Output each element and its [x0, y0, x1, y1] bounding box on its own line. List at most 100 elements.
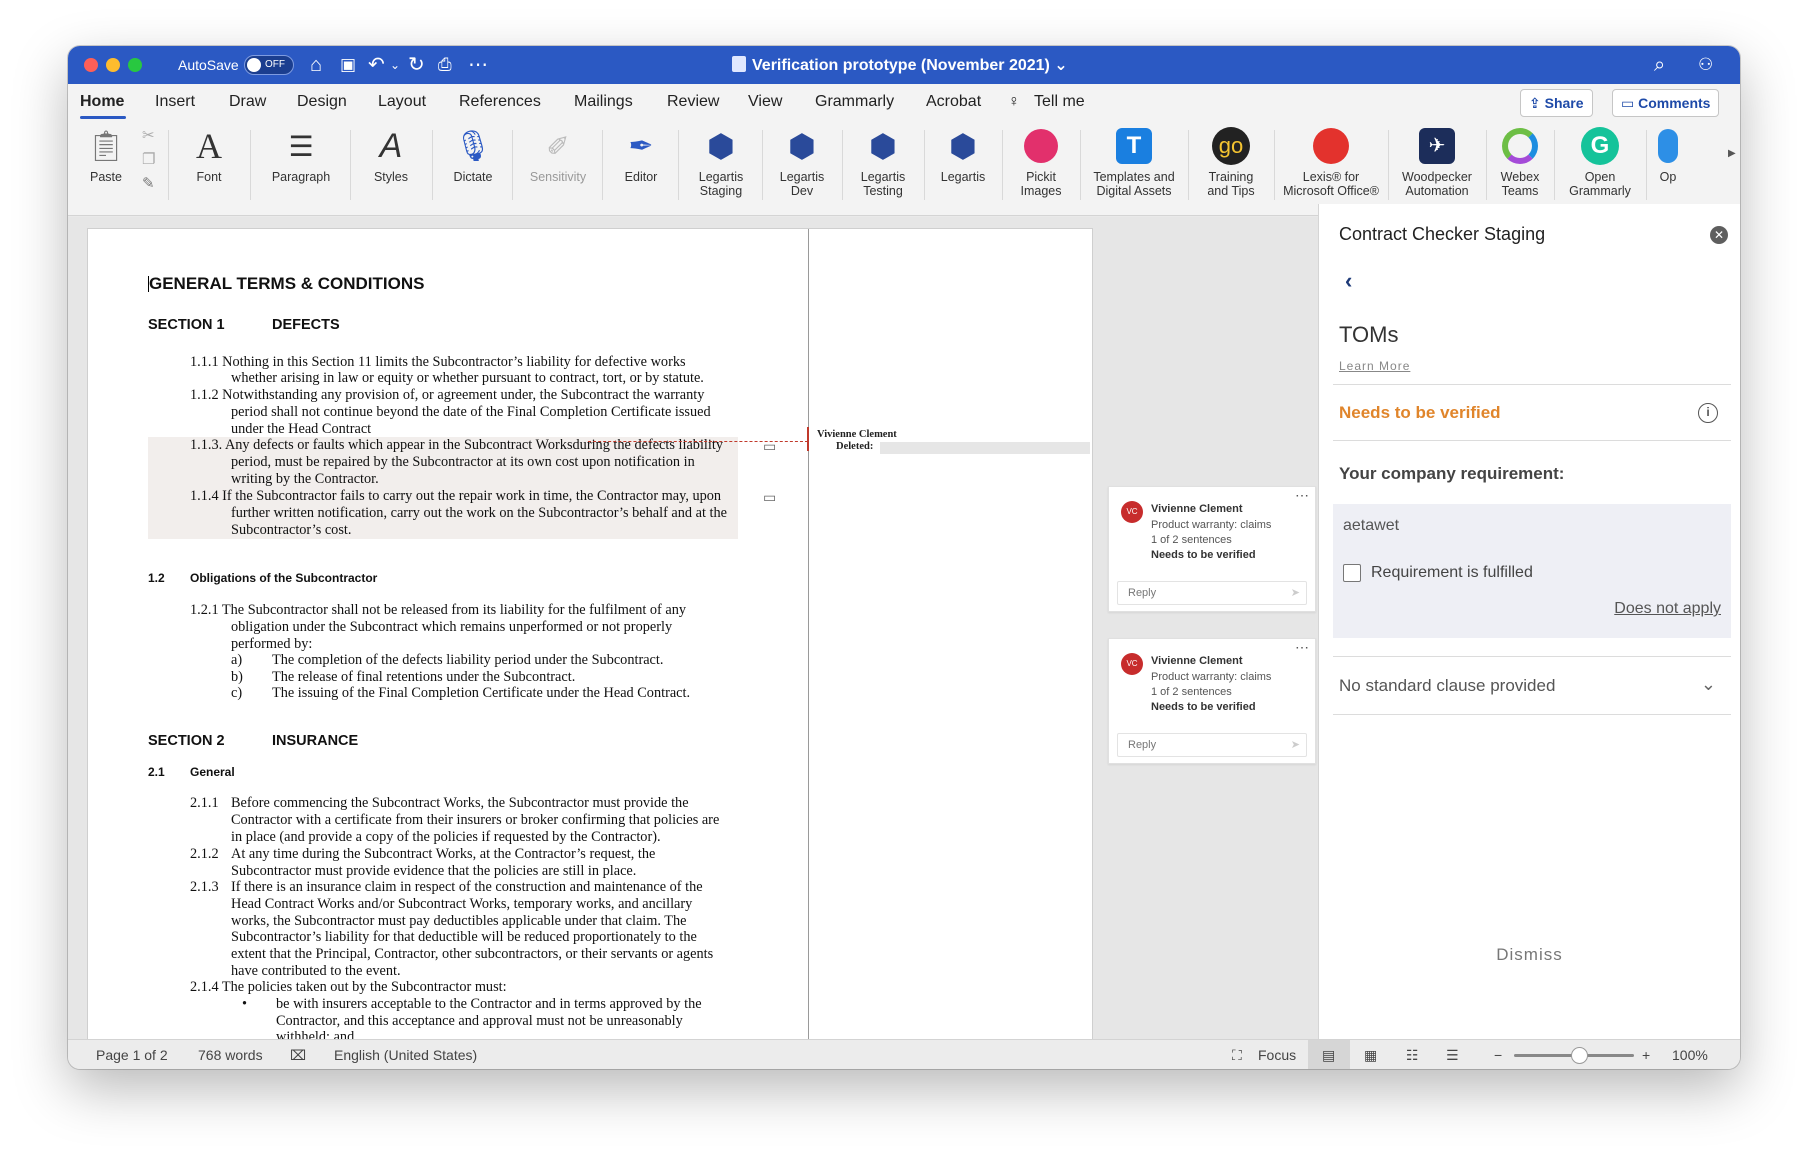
ribbon-overflow-button[interactable]: Op	[1650, 120, 1686, 216]
zoom-out-button[interactable]: −	[1494, 1047, 1502, 1063]
grammarly-icon: G	[1580, 126, 1620, 166]
clause-1-1-4-cont2[interactable]: Subcontractor’s cost.	[148, 522, 738, 539]
tab-acrobat[interactable]: Acrobat	[926, 93, 981, 111]
standard-clause-dropdown[interactable]: No standard clause provided	[1339, 676, 1555, 696]
clause-1-1-4-cont[interactable]: further written notification, carry out …	[148, 505, 738, 522]
clause-1-1-3-cont2[interactable]: writing by the Contractor.	[148, 471, 738, 488]
tab-insert[interactable]: Insert	[155, 93, 195, 111]
legartis-testing-button[interactable]: ⬢ Legartis Testing	[846, 120, 920, 216]
share-people-icon[interactable]: ⚇	[1698, 53, 1713, 77]
reply-input[interactable]: Reply ➤	[1117, 733, 1307, 757]
comment-card[interactable]: ⋯ VC Vivienne Clement Product warranty: …	[1108, 638, 1316, 764]
reply-input[interactable]: Reply ➤	[1117, 581, 1307, 605]
print-icon[interactable]: ⎙	[438, 53, 452, 77]
dictate-button[interactable]: 🎙︎ Dictate	[438, 120, 508, 216]
minimize-window-button[interactable]	[106, 58, 120, 72]
learn-more-link[interactable]: Learn More	[1339, 359, 1410, 373]
partial-addin-icon	[1650, 126, 1686, 166]
training-button[interactable]: go Training and Tips	[1192, 120, 1270, 216]
zoom-window-button[interactable]	[128, 58, 142, 72]
font-button[interactable]: A Font	[174, 120, 244, 216]
copy-icon[interactable]: ❐	[142, 150, 155, 168]
legartis-staging-button[interactable]: ⬢ Legartis Staging	[684, 120, 758, 216]
document-page[interactable]: GENERAL TERMS & CONDITIONS SECTION 1 DEF…	[87, 228, 1093, 1048]
chevron-down-icon[interactable]: ⌄	[1701, 674, 1716, 695]
webex-teams-button[interactable]: Webex Teams	[1490, 120, 1550, 216]
comment-card[interactable]: ⋯ VC Vivienne Clement Product warranty: …	[1108, 486, 1316, 612]
tab-review[interactable]: Review	[667, 93, 719, 111]
zoom-level[interactable]: 100%	[1672, 1047, 1708, 1063]
page-count[interactable]: Page 1 of 2	[96, 1047, 168, 1063]
document-heading: GENERAL TERMS & CONDITIONS	[148, 274, 424, 294]
comment-more-icon[interactable]: ⋯	[1295, 639, 1309, 656]
tab-grammarly[interactable]: Grammarly	[815, 93, 894, 111]
tab-mailings[interactable]: Mailings	[574, 93, 633, 111]
close-icon[interactable]: ✕	[1710, 226, 1728, 244]
dismiss-button[interactable]: Dismiss	[1319, 945, 1740, 965]
tab-design[interactable]: Design	[297, 93, 347, 111]
comment-anchor-icon[interactable]: ▭	[763, 490, 776, 507]
format-painter-icon[interactable]: ✎	[142, 174, 155, 192]
save-icon[interactable]: ▣	[340, 53, 356, 77]
draft-view-icon[interactable]: ☰	[1446, 1047, 1459, 1064]
share-button[interactable]: ⇪ Share	[1520, 89, 1593, 117]
zoom-slider-handle[interactable]	[1571, 1047, 1588, 1064]
comments-button[interactable]: ▭ Comments	[1612, 89, 1720, 117]
search-icon[interactable]: ⌕	[1654, 53, 1665, 77]
autosave-toggle[interactable]: OFF	[244, 55, 294, 75]
lexis-button[interactable]: Lexis® for Microsoft Office®	[1278, 120, 1384, 216]
woodpecker-button[interactable]: ✈ Woodpecker Automation	[1392, 120, 1482, 216]
requirement-fulfilled-label[interactable]: Requirement is fulfilled	[1371, 564, 1533, 582]
tab-view[interactable]: View	[748, 93, 782, 111]
outline-view-icon[interactable]: ☷	[1406, 1047, 1419, 1064]
pickit-images-button[interactable]: Pickit Images	[1006, 120, 1076, 216]
comment-count: 1 of 2 sentences	[1151, 686, 1232, 698]
word-count[interactable]: 768 words	[198, 1047, 263, 1063]
paragraph-button[interactable]: ☰ Paragraph	[256, 120, 346, 216]
overflow-label: Op	[1659, 170, 1677, 184]
requirement-fulfilled-checkbox[interactable]	[1343, 564, 1361, 582]
clause-1-1-3-highlighted[interactable]: 1.1.3. Any defects or faults which appea…	[148, 437, 738, 454]
send-icon[interactable]: ➤	[1291, 586, 1300, 599]
legartis-icon: ⬢	[949, 128, 977, 164]
focus-mode[interactable]: Focus	[1258, 1047, 1296, 1063]
templates-button[interactable]: T Templates and Digital Assets	[1084, 120, 1184, 216]
tab-draw[interactable]: Draw	[229, 93, 266, 111]
clause-1-1-4-highlighted[interactable]: 1.1.4 If the Subcontractor fails to carr…	[148, 488, 738, 505]
tab-tell-me[interactable]: Tell me	[1034, 93, 1085, 111]
chevron-left-icon[interactable]: ‹	[1345, 268, 1352, 294]
home-icon[interactable]: ⌂	[310, 53, 322, 77]
tab-home[interactable]: Home	[80, 93, 124, 111]
section-2-number: SECTION 2	[148, 733, 225, 749]
language[interactable]: English (United States)	[334, 1047, 477, 1063]
editor-button[interactable]: ✒ Editor	[608, 120, 674, 216]
styles-button[interactable]: A Styles	[356, 120, 426, 216]
clause-1-1-3-cont[interactable]: period, must be repaired by the Subcontr…	[148, 454, 738, 471]
legartis-dev-button[interactable]: ⬢ Legartis Dev	[766, 120, 838, 216]
sensitivity-button[interactable]: ✐ Sensitivity	[518, 120, 598, 216]
does-not-apply-link[interactable]: Does not apply	[1614, 600, 1721, 618]
zoom-in-button[interactable]: +	[1642, 1047, 1650, 1063]
ribbon-scroll-right-icon[interactable]: ▶	[1728, 148, 1736, 159]
focus-icon[interactable]: ⛶	[1232, 1047, 1242, 1064]
comment-more-icon[interactable]: ⋯	[1295, 487, 1309, 504]
divider	[1333, 656, 1731, 657]
send-icon[interactable]: ➤	[1291, 738, 1300, 751]
templates-icon: T	[1114, 126, 1154, 166]
close-window-button[interactable]	[84, 58, 98, 72]
tab-references[interactable]: References	[459, 93, 541, 111]
web-layout-icon[interactable]: ▦	[1364, 1047, 1377, 1064]
redo-icon[interactable]: ↻	[408, 53, 425, 77]
paste-button[interactable]: 📋︎ Paste	[76, 120, 136, 216]
tab-layout[interactable]: Layout	[378, 93, 426, 111]
cut-icon[interactable]: ✂	[142, 126, 155, 144]
more-icon[interactable]: ⋯	[468, 53, 488, 77]
info-icon[interactable]: i	[1698, 403, 1718, 423]
document-title[interactable]: Verification prototype (November 2021) ⌄	[732, 55, 1068, 75]
proofing-icon[interactable]: ⌧	[290, 1047, 306, 1064]
undo-icon[interactable]: ↶	[368, 53, 385, 77]
legartis-button[interactable]: ⬢ Legartis	[928, 120, 998, 216]
open-grammarly-button[interactable]: G Open Grammarly	[1558, 120, 1642, 216]
print-layout-icon[interactable]: ▤	[1322, 1047, 1335, 1064]
undo-dropdown-icon[interactable]: ⌄	[390, 53, 400, 77]
